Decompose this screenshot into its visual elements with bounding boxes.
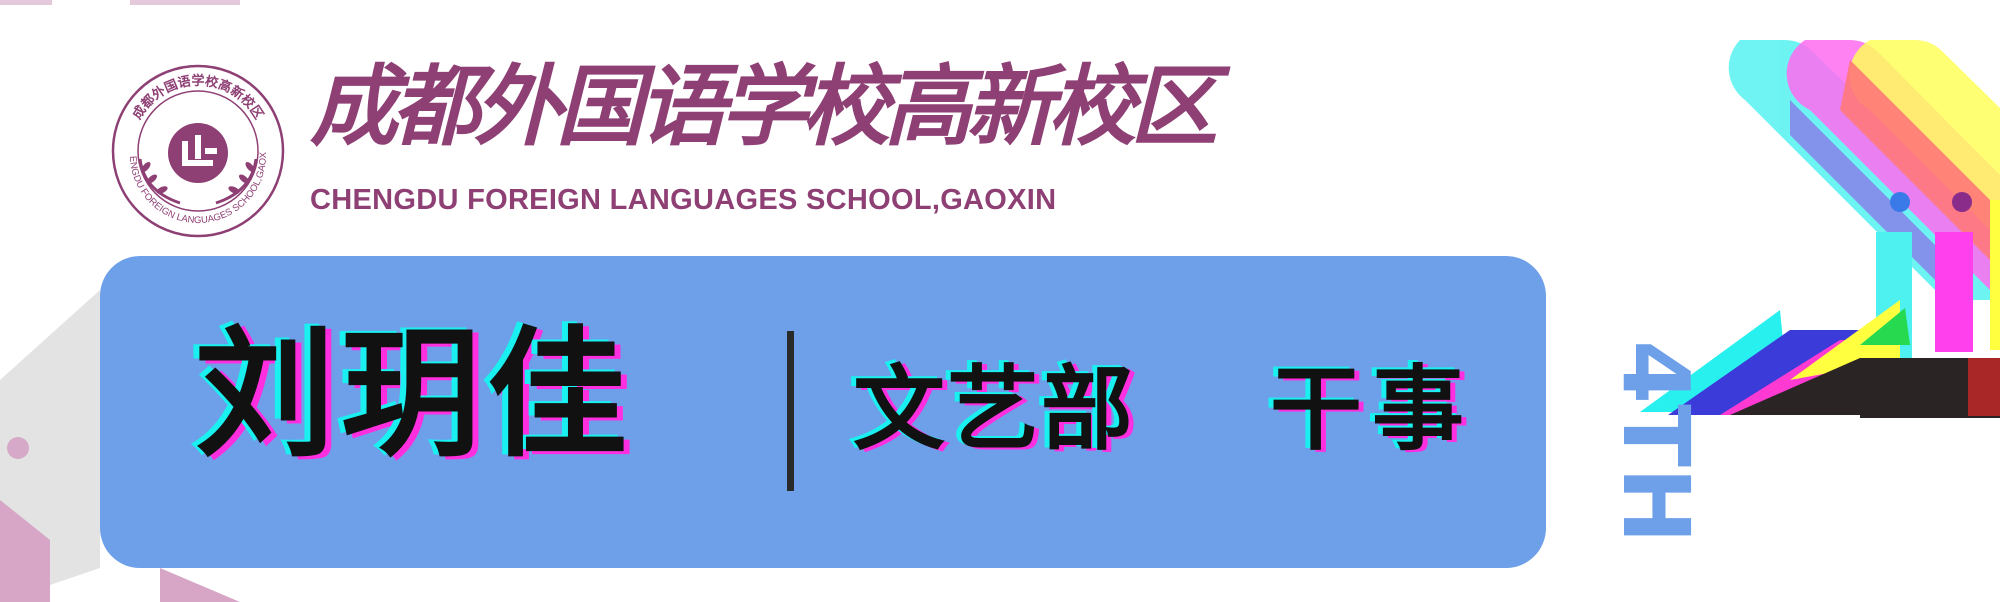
school-emblem-icon: 成都外国语学校高新校区 CHENGDU FOREIGN LANGUAGES SC… xyxy=(110,63,285,238)
person-name: 刘玥佳 xyxy=(195,314,634,477)
school-name-chinese: 成都外国语学校高新校区 xyxy=(310,54,1218,158)
side-label: 4TH xyxy=(1602,340,1709,544)
school-name-english: CHENGDU FOREIGN LANGUAGES SCHOOL,GAOXIN xyxy=(310,184,1057,216)
name-card: 刘玥佳 文艺部 干事 xyxy=(100,256,1546,568)
department-label: 文艺部 xyxy=(853,356,1136,463)
role-label: 干事 xyxy=(1270,356,1475,463)
divider xyxy=(787,331,794,491)
